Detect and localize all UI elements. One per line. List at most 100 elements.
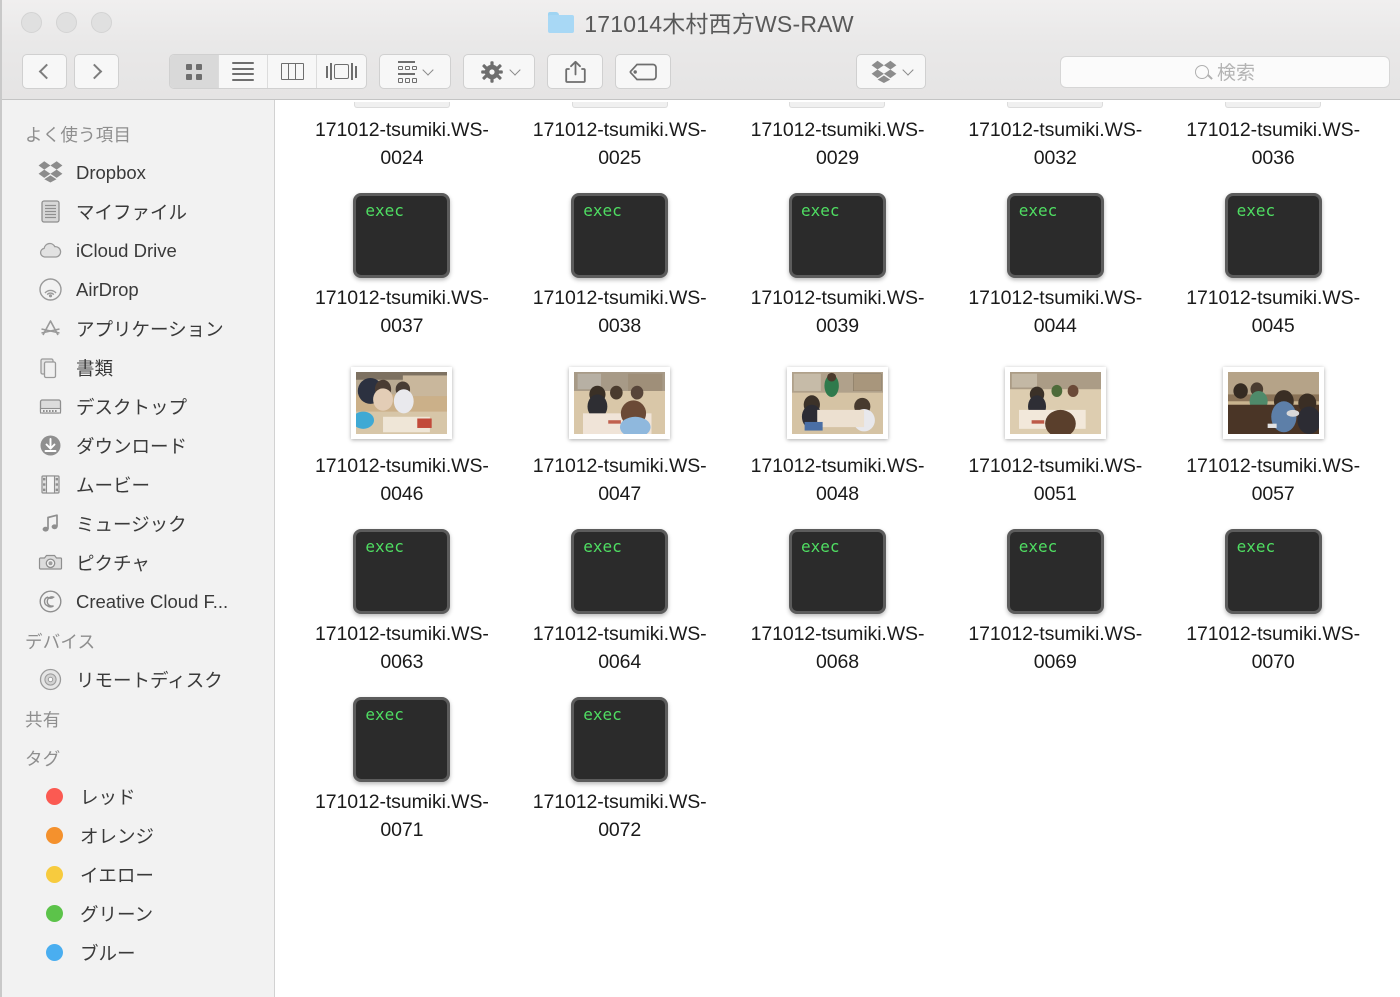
sidebar-tag-yellow[interactable]: イエロー: [2, 855, 274, 894]
file-item[interactable]: 171012-tsumiki.WS-0025: [511, 110, 729, 180]
file-item[interactable]: 171012-tsumiki.WS-0032: [946, 110, 1164, 180]
sidebar-item-label: ムービー: [76, 474, 151, 496]
file-name: 171012-tsumiki.WS-0064: [532, 623, 707, 673]
view-mode-segmented-control: [169, 54, 367, 89]
clipped-icon: [571, 102, 668, 108]
sidebar-item-label: オレンジ: [80, 825, 155, 847]
sidebar-item-documents[interactable]: 書類: [2, 348, 274, 387]
exec-file-icon: exec: [1224, 192, 1322, 278]
file-item[interactable]: exec 171012-tsumiki.WS-0071: [293, 684, 511, 852]
dropbox-icon: [38, 160, 63, 185]
exec-badge-label: exec: [365, 536, 404, 556]
sidebar-item-creative-cloud-files[interactable]: Creative Cloud F...: [2, 582, 274, 621]
file-item[interactable]: 171012-tsumiki.WS-0047: [511, 348, 729, 516]
file-name: 171012-tsumiki.WS-0068: [750, 623, 925, 673]
file-item[interactable]: exec 171012-tsumiki.WS-0037: [293, 180, 511, 348]
list-view-button[interactable]: [219, 55, 268, 88]
exec-file-icon: exec: [353, 528, 451, 614]
tag-button[interactable]: [615, 54, 671, 89]
file-item-empty: [1164, 684, 1382, 852]
sidebar-item-remote-disc[interactable]: リモートディスク: [2, 660, 274, 699]
sidebar-item-label: ブルー: [80, 942, 136, 964]
file-item[interactable]: exec 171012-tsumiki.WS-0039: [729, 180, 947, 348]
file-item[interactable]: exec 171012-tsumiki.WS-0064: [511, 516, 729, 684]
sidebar-item-my-files[interactable]: マイファイル: [2, 192, 274, 231]
file-item[interactable]: 171012-tsumiki.WS-0024: [293, 110, 511, 180]
chevron-right-icon: [86, 63, 103, 80]
traffic-light-group: [21, 11, 112, 33]
file-item[interactable]: 171012-tsumiki.WS-0048: [729, 348, 947, 516]
window-title: 171014木村西方WS-RAW: [584, 11, 854, 37]
window-body: よく使う項目 Dropbox マイファイル iCloud Drive AirDr…: [2, 100, 1400, 997]
file-item[interactable]: exec 171012-tsumiki.WS-0044: [946, 180, 1164, 348]
sidebar-tag-orange[interactable]: オレンジ: [2, 816, 274, 855]
exec-badge-label: exec: [365, 200, 404, 220]
column-view-button[interactable]: [268, 55, 317, 88]
sidebar-item-applications[interactable]: アプリケーション: [2, 309, 274, 348]
sidebar-tag-blue[interactable]: ブルー: [2, 933, 274, 972]
file-item[interactable]: exec 171012-tsumiki.WS-0063: [293, 516, 511, 684]
tag-color-dot: [46, 827, 63, 844]
sidebar-tag-green[interactable]: グリーン: [2, 894, 274, 933]
exec-file-icon: exec: [353, 192, 451, 278]
chevron-left-icon: [38, 63, 55, 80]
file-item[interactable]: exec 171012-tsumiki.WS-0069: [946, 516, 1164, 684]
file-item[interactable]: exec 171012-tsumiki.WS-0072: [511, 684, 729, 852]
tag-color-dot: [46, 905, 63, 922]
exec-file-icon: exec: [571, 528, 669, 614]
search-input[interactable]: 検索: [1060, 55, 1390, 88]
clipped-icons-row: [293, 102, 1382, 110]
coverflow-view-button[interactable]: [317, 55, 366, 88]
back-button[interactable]: [22, 54, 67, 89]
dropbox-button[interactable]: [856, 54, 926, 89]
sidebar-item-pictures[interactable]: ピクチャ: [2, 543, 274, 582]
icon-view-button[interactable]: [170, 55, 219, 88]
file-name: 171012-tsumiki.WS-0063: [315, 623, 489, 673]
file-item[interactable]: exec 171012-tsumiki.WS-0070: [1164, 516, 1382, 684]
file-item[interactable]: 171012-tsumiki.WS-0051: [946, 348, 1164, 516]
exec-badge-label: exec: [800, 200, 840, 220]
sidebar-item-music[interactable]: ミュージック: [2, 504, 274, 543]
file-grid-area[interactable]: 171012-tsumiki.WS-0024 171012-tsumiki.WS…: [275, 100, 1400, 997]
sidebar-item-downloads[interactable]: ダウンロード: [2, 426, 274, 465]
file-name: 171012-tsumiki.WS-0057: [1186, 455, 1360, 505]
file-item[interactable]: 171012-tsumiki.WS-0029: [729, 110, 947, 180]
file-item[interactable]: exec 171012-tsumiki.WS-0038: [511, 180, 729, 348]
file-name: 171012-tsumiki.WS-0051: [968, 455, 1143, 505]
file-name: 171012-tsumiki.WS-0032: [968, 119, 1143, 169]
exec-badge-label: exec: [583, 536, 622, 556]
file-name: 171012-tsumiki.WS-0072: [532, 791, 707, 841]
zoom-button[interactable]: [91, 11, 112, 33]
sidebar-item-airdrop[interactable]: AirDrop: [2, 270, 274, 309]
sidebar-item-icloud-drive[interactable]: iCloud Drive: [2, 231, 274, 270]
sidebar-item-label: ダウンロード: [76, 435, 188, 457]
sidebar-section-header-favorites: よく使う項目: [25, 125, 132, 145]
title-bar: 171014木村西方WS-RAW: [2, 0, 1400, 44]
forward-button[interactable]: [74, 54, 119, 89]
list-icon: [232, 62, 254, 81]
file-item[interactable]: exec 171012-tsumiki.WS-0068: [729, 516, 947, 684]
sidebar-item-desktop[interactable]: デスクトップ: [2, 387, 274, 426]
file-item[interactable]: 171012-tsumiki.WS-0046: [293, 348, 511, 516]
file-item[interactable]: exec 171012-tsumiki.WS-0045: [1164, 180, 1382, 348]
share-button[interactable]: [547, 54, 603, 89]
minimize-button[interactable]: [56, 11, 77, 33]
clipped-icon: [789, 102, 886, 108]
arrange-button[interactable]: [379, 54, 451, 89]
tag-color-dot: [46, 788, 63, 805]
photo-thumbnail: [351, 367, 453, 439]
sidebar-tag-red[interactable]: レッド: [2, 777, 274, 816]
close-button[interactable]: [21, 11, 42, 33]
exec-file-icon: exec: [1006, 528, 1104, 614]
exec-file-icon: exec: [788, 192, 886, 278]
search-field-wrapper: 検索: [1060, 55, 1390, 88]
action-button[interactable]: [463, 54, 535, 89]
file-item[interactable]: 171012-tsumiki.WS-0036: [1164, 110, 1382, 180]
exec-file-icon: exec: [571, 696, 669, 782]
sidebar-item-movies[interactable]: ムービー: [2, 465, 274, 504]
file-item[interactable]: 171012-tsumiki.WS-0057: [1164, 348, 1382, 516]
sidebar-item-dropbox[interactable]: Dropbox: [2, 153, 274, 192]
file-name: 171012-tsumiki.WS-0046: [315, 455, 489, 505]
file-grid: 171012-tsumiki.WS-0024 171012-tsumiki.WS…: [293, 110, 1382, 852]
exec-badge-label: exec: [1018, 536, 1058, 556]
